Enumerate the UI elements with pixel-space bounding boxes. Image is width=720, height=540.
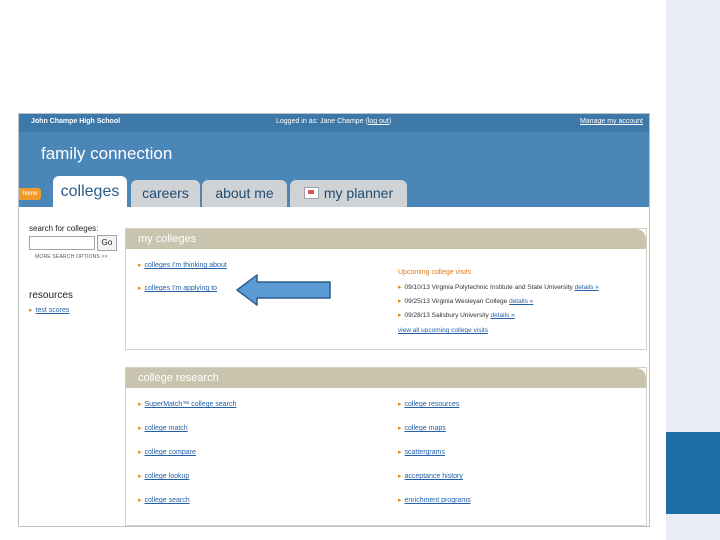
visit-item: ▸ 09/10/13 Virginia Polytechnic Institute… (398, 283, 599, 291)
test-scores-link[interactable]: ▸ test scores (29, 306, 69, 314)
tab-careers[interactable]: careers (131, 180, 200, 207)
visit-details-link[interactable]: details » (509, 298, 533, 305)
search-input[interactable] (29, 236, 95, 250)
college-research-title: college research (126, 368, 646, 388)
research-link-college-match[interactable]: ▸ college match (138, 424, 188, 432)
research-link-college-lookup[interactable]: ▸ college lookup (138, 472, 189, 480)
more-search-options-link[interactable]: MORE SEARCH OPTIONS >> (35, 254, 108, 260)
research-label: college maps (404, 425, 446, 432)
bullet-icon: ▸ (398, 284, 402, 291)
my-colleges-title: my colleges (126, 229, 646, 249)
go-button[interactable]: Go (97, 235, 117, 251)
bullet-icon: ▸ (398, 401, 402, 408)
visit-item: ▸ 09/25/13 Virginia Wesleyan College deta… (398, 297, 533, 305)
test-scores-label: test scores (35, 307, 70, 314)
logged-in-text: Logged in as: Jane Champe (log out) (276, 118, 391, 125)
research-link-college-resources[interactable]: ▸ college resources (398, 400, 459, 408)
planner-icon (303, 187, 319, 199)
research-label: enrichment programs (404, 497, 471, 504)
visit-details-link[interactable]: details » (491, 312, 515, 319)
manage-account-link[interactable]: Manage my account (580, 118, 643, 125)
bullet-icon: ▸ (398, 449, 402, 456)
top-bar: John Champe High School Logged in as: Ja… (19, 114, 649, 132)
bullet-icon: ▸ (138, 285, 142, 292)
research-link-acceptance-history[interactable]: ▸ acceptance history (398, 472, 463, 480)
slide-accent-block (666, 432, 720, 514)
slide-right-bar (666, 0, 720, 540)
colleges-thinking-link[interactable]: ▸ colleges I'm thinking about (138, 261, 227, 269)
research-link-college-maps[interactable]: ▸ college maps (398, 424, 446, 432)
college-research-panel: college research ▸ SuperMatch™ college se… (125, 367, 647, 526)
visit-item: ▸ 09/28/13 Salisbury University details » (398, 311, 515, 319)
upcoming-visits-title: Upcoming college visits (398, 269, 472, 276)
tab-my-planner-label: my planner (323, 185, 394, 201)
bullet-icon: ▸ (398, 473, 402, 480)
logged-in-label: Logged in as: Jane Champe ( (276, 118, 368, 125)
bullet-icon: ▸ (398, 425, 402, 432)
bullet-icon: ▸ (138, 262, 142, 269)
bullet-icon: ▸ (29, 307, 33, 314)
brand-title: family connection (41, 144, 173, 163)
research-link-supermatch[interactable]: ▸ SuperMatch™ college search (138, 400, 236, 408)
research-label: college resources (404, 401, 460, 408)
research-link-college-compare[interactable]: ▸ college compare (138, 448, 196, 456)
arrow-left-icon (236, 274, 331, 306)
bullet-icon: ▸ (398, 298, 402, 305)
search-label: search for colleges: (29, 224, 99, 233)
research-label: acceptance history (404, 473, 463, 480)
visit-details-link[interactable]: details » (575, 284, 599, 291)
colleges-applying-label: colleges I'm applying to (144, 285, 218, 292)
logout-link[interactable]: log out (368, 118, 389, 125)
visit-text: 09/10/13 Virginia Polytechnic Institute … (404, 284, 573, 291)
tab-colleges[interactable]: colleges (53, 176, 127, 207)
bullet-icon: ▸ (138, 497, 142, 504)
bullet-icon: ▸ (138, 473, 142, 480)
school-name: John Champe High School (31, 118, 121, 125)
home-tab[interactable]: home (19, 188, 41, 200)
colleges-applying-link[interactable]: ▸ colleges I'm applying to (138, 284, 217, 292)
research-link-college-search[interactable]: ▸ college search (138, 496, 190, 504)
research-label: college compare (144, 449, 196, 456)
visit-text: 09/25/13 Virginia Wesleyan College (404, 298, 508, 305)
view-all-visits-link[interactable]: view all upcoming college visits (398, 327, 488, 334)
tab-my-planner[interactable]: my planner (290, 180, 407, 207)
bullet-icon: ▸ (138, 425, 142, 432)
bullet-icon: ▸ (398, 497, 402, 504)
research-label: college match (144, 425, 188, 432)
research-label: scattergrams (404, 449, 445, 456)
tab-about-me[interactable]: about me (202, 180, 287, 207)
my-colleges-panel: my colleges ▸ colleges I'm thinking about… (125, 228, 647, 350)
research-label: college lookup (144, 473, 190, 480)
resources-title: resources (29, 290, 73, 301)
research-link-scattergrams[interactable]: ▸ scattergrams (398, 448, 445, 456)
visit-text: 09/28/13 Salisbury University (404, 312, 489, 319)
research-link-enrichment-programs[interactable]: ▸ enrichment programs (398, 496, 471, 504)
colleges-thinking-label: colleges I'm thinking about (144, 262, 227, 269)
bullet-icon: ▸ (138, 449, 142, 456)
bullet-icon: ▸ (398, 312, 402, 319)
research-label: SuperMatch™ college search (144, 401, 237, 408)
research-label: college search (144, 497, 190, 504)
logged-in-close: ) (388, 118, 392, 125)
header: family connection home colleges careers … (19, 132, 649, 207)
screenshot-frame: John Champe High School Logged in as: Ja… (18, 113, 650, 527)
bullet-icon: ▸ (138, 401, 142, 408)
